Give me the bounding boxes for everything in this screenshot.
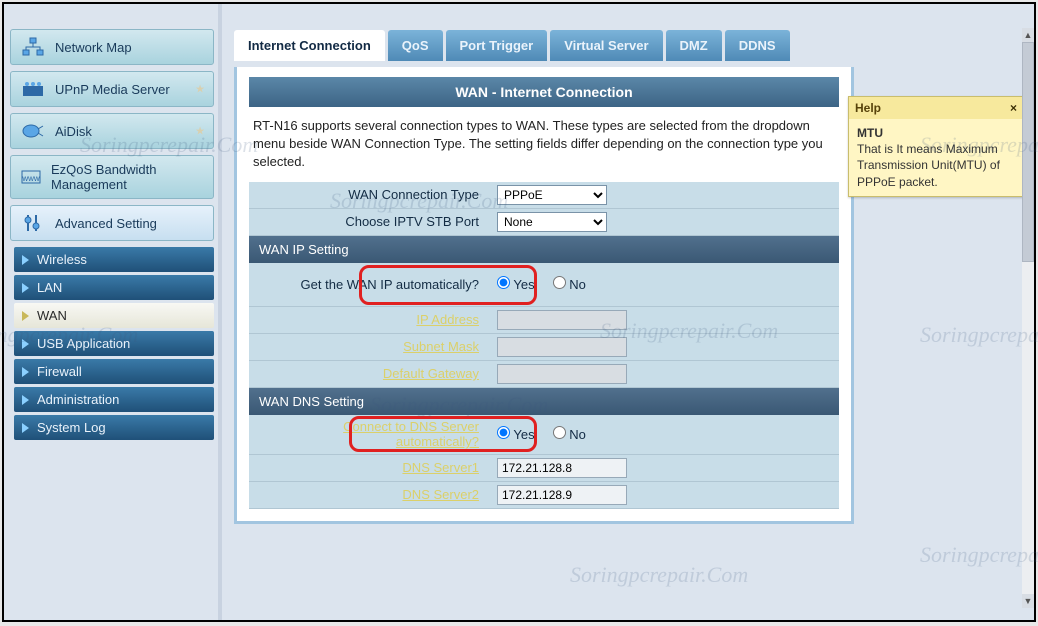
scroll-thumb[interactable]: [1022, 42, 1034, 262]
dns2-input[interactable]: [497, 485, 627, 505]
sidebar-item-label: AiDisk: [55, 124, 92, 139]
scrollbar[interactable]: ▲ ▼: [1022, 28, 1034, 608]
auto-dns-no[interactable]: No: [553, 426, 586, 442]
tab-internet-connection[interactable]: Internet Connection: [234, 30, 385, 61]
wan-type-select[interactable]: PPPoE: [497, 185, 607, 205]
iptv-select[interactable]: None: [497, 212, 607, 232]
sub-item-firewall[interactable]: Firewall: [14, 359, 214, 384]
subnet-input[interactable]: [497, 337, 627, 357]
section-ip-header: WAN IP Setting: [249, 236, 839, 263]
sub-item-systemlog[interactable]: System Log: [14, 415, 214, 440]
triangle-icon: [22, 283, 29, 293]
dns2-label[interactable]: DNS Server2: [249, 483, 489, 506]
triangle-icon: [22, 367, 29, 377]
sidebar-sublist: Wireless LAN WAN USB Application Firewal…: [14, 247, 214, 440]
help-title: Help: [855, 101, 881, 115]
sidebar-item-aidisk[interactable]: AiDisk ★: [10, 113, 214, 149]
tab-port-trigger[interactable]: Port Trigger: [446, 30, 548, 61]
advanced-icon: [19, 212, 47, 234]
panel: WAN - Internet Connection RT-N16 support…: [234, 67, 854, 524]
ezqos-icon: www: [19, 166, 43, 188]
tab-dmz[interactable]: DMZ: [666, 30, 722, 61]
ip-address-input[interactable]: [497, 310, 627, 330]
gateway-input[interactable]: [497, 364, 627, 384]
help-box: Help × MTU That is It means Maximum Tran…: [848, 96, 1024, 197]
scroll-down-icon[interactable]: ▼: [1022, 594, 1034, 608]
triangle-icon: [22, 423, 29, 433]
auto-dns-no-radio[interactable]: [553, 426, 566, 439]
svg-text:www: www: [21, 174, 40, 183]
sidebar: Network Map UPnP Media Server ★ AiDisk ★…: [4, 4, 222, 620]
dns1-input[interactable]: [497, 458, 627, 478]
tab-ddns[interactable]: DDNS: [725, 30, 790, 61]
sidebar-item-ezqos[interactable]: www EzQoS Bandwidth Management: [10, 155, 214, 199]
triangle-icon: [22, 255, 29, 265]
tab-bar: Internet Connection QoS Port Trigger Vir…: [234, 30, 1026, 61]
help-body-text: That is It means Maximum Transmission Un…: [857, 142, 1000, 188]
scroll-track[interactable]: [1022, 42, 1034, 594]
main-content: Internet Connection QoS Port Trigger Vir…: [222, 4, 1034, 620]
help-heading: MTU: [857, 126, 883, 140]
tab-qos[interactable]: QoS: [388, 30, 443, 61]
sidebar-item-label: Network Map: [55, 40, 132, 55]
auto-ip-label: Get the WAN IP automatically?: [249, 273, 489, 296]
sidebar-item-label: Advanced Setting: [55, 216, 157, 231]
upnp-icon: [19, 78, 47, 100]
gateway-label[interactable]: Default Gateway: [249, 362, 489, 385]
auto-ip-yes-radio[interactable]: [497, 276, 510, 289]
auto-ip-no-radio[interactable]: [553, 276, 566, 289]
triangle-icon: [22, 311, 29, 321]
sidebar-item-label: EzQoS Bandwidth Management: [51, 162, 205, 192]
section-dns-header: WAN DNS Setting: [249, 388, 839, 415]
sidebar-item-upnp[interactable]: UPnP Media Server ★: [10, 71, 214, 107]
tab-virtual-server[interactable]: Virtual Server: [550, 30, 662, 61]
sub-item-wireless[interactable]: Wireless: [14, 247, 214, 272]
panel-title: WAN - Internet Connection: [249, 77, 839, 107]
iptv-label: Choose IPTV STB Port: [249, 210, 489, 233]
scroll-up-icon[interactable]: ▲: [1022, 28, 1034, 42]
wan-type-label: WAN Connection Type: [249, 183, 489, 206]
star-icon: ★: [195, 83, 205, 96]
star-icon: ★: [195, 125, 205, 138]
sub-item-wan[interactable]: WAN: [14, 303, 214, 328]
aidisk-icon: [19, 120, 47, 142]
dns1-label[interactable]: DNS Server1: [249, 456, 489, 479]
triangle-icon: [22, 339, 29, 349]
triangle-icon: [22, 395, 29, 405]
sub-item-lan[interactable]: LAN: [14, 275, 214, 300]
sidebar-item-network-map[interactable]: Network Map: [10, 29, 214, 65]
auto-dns-yes[interactable]: Yes: [497, 426, 535, 442]
panel-description: RT-N16 supports several connection types…: [249, 107, 839, 182]
sub-item-usb[interactable]: USB Application: [14, 331, 214, 356]
auto-ip-no[interactable]: No: [553, 276, 586, 292]
auto-ip-yes[interactable]: Yes: [497, 276, 535, 292]
auto-dns-label[interactable]: Connect to DNS Server automatically?: [249, 415, 489, 453]
ip-address-label[interactable]: IP Address: [249, 308, 489, 331]
close-icon[interactable]: ×: [1010, 101, 1017, 115]
sub-item-administration[interactable]: Administration: [14, 387, 214, 412]
auto-dns-yes-radio[interactable]: [497, 426, 510, 439]
sidebar-item-label: UPnP Media Server: [55, 82, 170, 97]
network-map-icon: [19, 36, 47, 58]
subnet-label[interactable]: Subnet Mask: [249, 335, 489, 358]
sidebar-item-advanced[interactable]: Advanced Setting: [10, 205, 214, 241]
